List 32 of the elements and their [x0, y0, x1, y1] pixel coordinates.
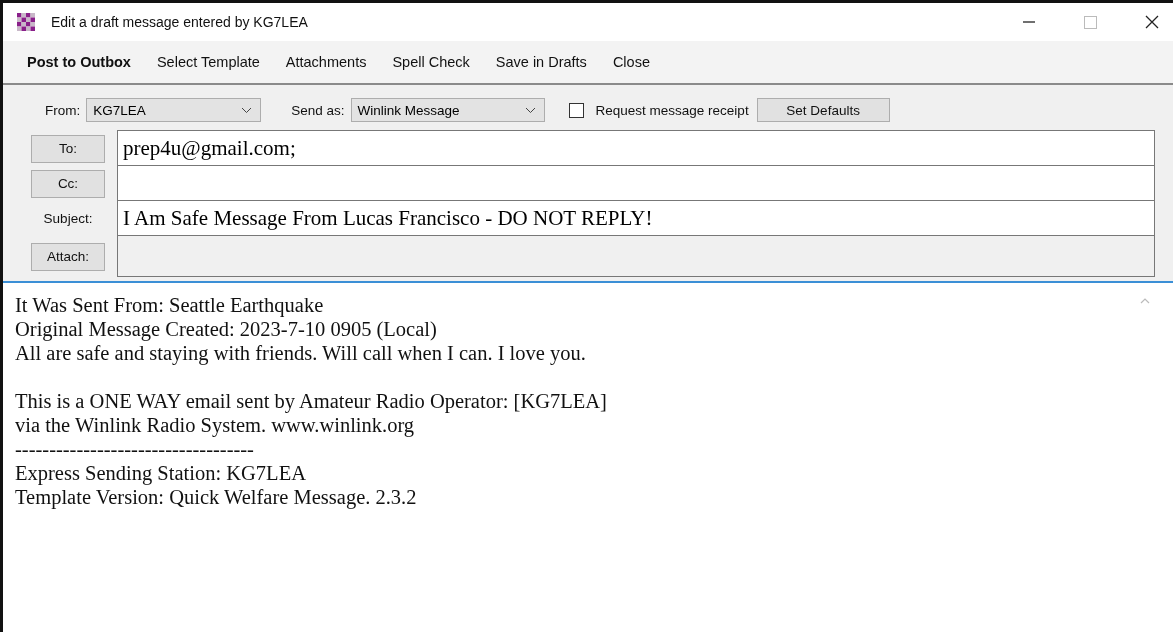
send-as-label: Send as: — [291, 102, 345, 118]
input-field[interactable]: prep4u@gmail.com; — [117, 130, 1155, 166]
input-field[interactable] — [117, 165, 1155, 201]
receipt-checkbox[interactable] — [568, 102, 584, 118]
menu-item[interactable]: Save in Drafts — [495, 54, 587, 70]
body-text-line: Express Sending Station: KG7LEA — [15, 461, 307, 485]
from-label: From: — [45, 102, 81, 118]
field-button[interactable]: To: — [31, 134, 105, 163]
send-as-dropdown[interactable]: Winlink Message — [350, 98, 545, 122]
receipt-label: Request message receipt — [595, 102, 749, 118]
body-text-line: All are safe and staying with friends. Will call when I can. I love you. — [15, 341, 587, 365]
field-button[interactable]: Cc: — [31, 169, 105, 198]
menu-item[interactable]: Post to Outbox — [27, 54, 131, 70]
menu-item[interactable]: Close — [612, 54, 650, 70]
body-text-line: It Was Sent From: Seattle Earthquake — [15, 293, 325, 317]
body-text-line: Template Version: Quick Welfare Message. 2.3.2 — [15, 485, 418, 509]
body-text-line: via the Winlink Radio System. www.winlink.org — [15, 413, 416, 437]
menu-item[interactable]: Select Template — [156, 54, 260, 70]
body-text-line: This is a ONE WAY email sent by Amateur Radio Operator: [KG7LEA] — [15, 389, 608, 413]
input-field[interactable]: I Am Safe Message From Lucas Francisco - DO NOT REPLY! — [117, 200, 1155, 236]
field-label: Subject: — [42, 211, 94, 226]
chevron-down-icon — [524, 106, 536, 114]
from-dropdown[interactable]: KG7LEA — [86, 98, 262, 122]
chevron-down-icon — [241, 106, 253, 114]
close-icon[interactable] — [1145, 15, 1159, 29]
body-text-line: Original Message Created: 2023-7-10 0905 (Local) — [15, 317, 438, 341]
window-title: Edit a draft message entered by KG7LEA — [51, 14, 308, 30]
checkered-app-icon — [17, 13, 35, 31]
menu-item[interactable]: Spell Check — [392, 54, 470, 70]
menu-item[interactable]: Attachments — [285, 54, 367, 70]
body-text-line: ----------------------------------- — [15, 437, 255, 461]
set-defaults-button[interactable]: Set Defaults — [756, 98, 890, 122]
